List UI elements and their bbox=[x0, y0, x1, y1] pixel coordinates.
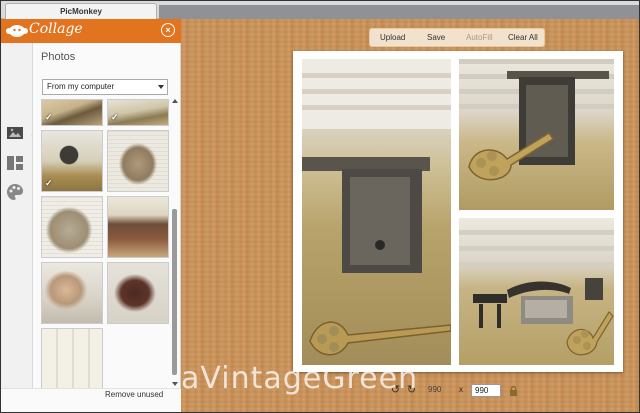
photo-thumbnail[interactable]: ✓ bbox=[107, 99, 169, 126]
collage-toolbar: Upload Save AutoFill Clear All bbox=[369, 28, 545, 47]
scroll-down-icon[interactable] bbox=[172, 382, 178, 386]
collage-cell-lock-key[interactable] bbox=[302, 59, 451, 365]
photo-thumbnail[interactable] bbox=[107, 130, 169, 192]
collage-canvas bbox=[293, 51, 623, 372]
image-icon bbox=[7, 127, 23, 139]
monkey-logo-icon bbox=[6, 25, 28, 37]
photos-tool-button[interactable] bbox=[6, 125, 38, 143]
watermark-text: aVintageGreen bbox=[181, 361, 419, 396]
photo-thumbnail-list: ✓ ✓ ✓ bbox=[41, 99, 171, 389]
thumbnail-scrollbar[interactable] bbox=[171, 99, 179, 388]
styles-tool-button[interactable] bbox=[6, 183, 26, 201]
browser-tabstrip: PicMonkey bbox=[1, 1, 639, 19]
lock-parts-photo bbox=[459, 230, 614, 356]
lock-aspect-icon[interactable] bbox=[507, 384, 520, 397]
layouts-icon bbox=[7, 156, 23, 170]
photo-source-value: From my computer bbox=[47, 82, 115, 91]
chevron-down-icon bbox=[158, 85, 164, 89]
app-title: Collage bbox=[29, 21, 83, 37]
app-header: Collage × bbox=[1, 19, 181, 43]
photo-source-dropdown[interactable]: From my computer bbox=[42, 79, 168, 95]
lock-closeup-photo bbox=[459, 59, 614, 181]
canvas-height-field[interactable]: 990 bbox=[471, 384, 501, 397]
scroll-up-icon[interactable] bbox=[172, 99, 178, 103]
photo-thumbnail[interactable] bbox=[41, 196, 103, 258]
save-button[interactable]: Save bbox=[427, 33, 445, 42]
app-window: PicMonkey Collage × Photos From my compu… bbox=[0, 0, 640, 413]
photo-thumbnail[interactable] bbox=[41, 328, 103, 389]
browser-tab[interactable]: PicMonkey bbox=[5, 3, 157, 19]
panel-title: Photos bbox=[41, 51, 76, 63]
collage-cell-lock-closeup[interactable] bbox=[459, 59, 614, 210]
lock-key-photo bbox=[302, 59, 451, 356]
dimension-separator: x bbox=[459, 385, 463, 394]
autofill-button[interactable]: AutoFill bbox=[466, 33, 493, 42]
canvas-width-field[interactable]: 990 bbox=[425, 384, 455, 397]
check-icon: ✓ bbox=[45, 178, 53, 188]
photo-thumbnail[interactable] bbox=[41, 262, 103, 324]
layouts-tool-button[interactable] bbox=[6, 155, 26, 173]
clear-all-button[interactable]: Clear All bbox=[508, 33, 538, 42]
scrollbar-thumb[interactable] bbox=[172, 209, 177, 375]
close-icon[interactable]: × bbox=[161, 23, 175, 37]
tabstrip-background bbox=[159, 5, 639, 19]
photo-thumbnail[interactable] bbox=[107, 262, 169, 324]
photos-panel: Photos From my computer ✓ ✓ ✓ bbox=[33, 43, 181, 389]
tool-rail bbox=[1, 43, 38, 388]
remove-unused-link[interactable]: Remove unused bbox=[105, 390, 163, 399]
palette-icon bbox=[7, 184, 23, 200]
upload-button[interactable]: Upload bbox=[380, 33, 405, 42]
photo-thumbnail[interactable] bbox=[107, 196, 169, 258]
photo-thumbnail[interactable]: ✓ bbox=[41, 99, 103, 126]
check-icon: ✓ bbox=[111, 112, 119, 122]
collage-cell-lock-parts[interactable] bbox=[459, 218, 614, 365]
check-icon: ✓ bbox=[45, 112, 53, 122]
photo-thumbnail[interactable]: ✓ bbox=[41, 130, 103, 192]
